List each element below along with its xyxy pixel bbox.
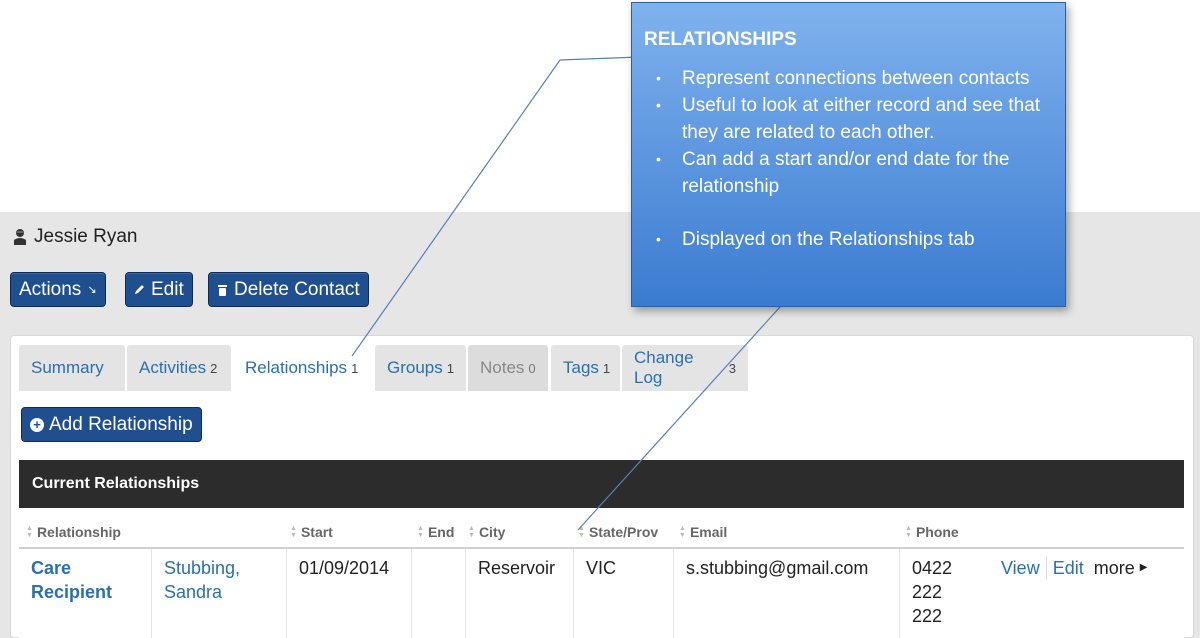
tab-label: Groups: [387, 358, 443, 377]
delete-contact-label: Delete Contact: [234, 278, 360, 300]
tab-count: 0: [528, 360, 536, 376]
sort-icon: ▲ ▼: [290, 525, 297, 539]
related-contact-line: Sandra: [164, 582, 223, 602]
tab-count: 1: [351, 360, 359, 376]
actions-button[interactable]: Actions ↘: [10, 272, 106, 307]
view-link[interactable]: View: [1001, 556, 1040, 580]
city-cell: Reservoir: [465, 549, 573, 638]
tab-label: Tags: [563, 358, 599, 377]
add-relationship-button[interactable]: + Add Relationship: [21, 407, 202, 442]
column-header-label: Email: [689, 524, 728, 540]
callout-bullet: Represent connections between contacts: [644, 65, 1053, 92]
callout-bullet: Displayed on the Relationships tab: [644, 226, 1053, 253]
tab-groups[interactable]: Groups 1: [375, 345, 466, 391]
tab-notes[interactable]: Notes 0: [468, 345, 548, 391]
related-contact-cell[interactable]: Stubbing, Sandra: [151, 549, 286, 638]
column-header-label: Phone: [915, 524, 959, 540]
tab-label: Activities: [139, 358, 207, 377]
tab-label: Summary: [31, 358, 104, 377]
tab-count: 2: [210, 360, 218, 376]
add-relationship-label: Add Relationship: [49, 413, 193, 435]
sort-icon: ▲ ▼: [468, 525, 475, 539]
email-cell: s.stubbing@gmail.com: [673, 549, 899, 638]
contact-title: Jessie Ryan: [12, 226, 138, 248]
column-header-phone[interactable]: ▲ ▼ Phone: [905, 518, 959, 546]
trash-icon: [218, 285, 227, 296]
row-actions-cell: View Edit more ▶: [989, 549, 1184, 638]
column-header-relationship[interactable]: ▲ ▼ Relationship: [26, 518, 121, 546]
phone-line: 222: [912, 606, 943, 626]
start-date-cell: 01/09/2014: [286, 549, 411, 638]
relationship-type-line: Recipient: [31, 582, 113, 602]
relationship-type-cell[interactable]: Care Recipient: [19, 549, 151, 638]
actions-label: Actions: [19, 278, 82, 300]
callout-bullet: Can add a start and/or end date for the …: [644, 146, 1053, 200]
caret-right-icon: ▶: [1139, 562, 1148, 573]
column-header-label: Relationship: [36, 524, 121, 540]
contact-name: Jessie Ryan: [34, 226, 138, 247]
contact-icon: [14, 229, 26, 245]
end-date-cell: [411, 549, 465, 638]
callout-bullet-list: Represent connections between contacts U…: [644, 65, 1053, 253]
column-header-label: State/Prov: [588, 524, 659, 540]
table-row: Care Recipient Stubbing, Sandra 01/09/20…: [19, 549, 1184, 638]
sort-icon: ▲ ▼: [417, 525, 424, 539]
divider: [1045, 556, 1047, 580]
tab-count: 1: [602, 360, 611, 376]
sort-icon: ▲ ▼: [679, 525, 686, 539]
column-header-start[interactable]: ▲ ▼ Start: [290, 518, 333, 546]
phone-line: 0422: [912, 558, 953, 578]
callout-bullet: Useful to look at either record and see …: [644, 92, 1053, 146]
tab-count: 1: [446, 360, 454, 376]
sort-icon: ▲ ▼: [905, 525, 912, 539]
tab-tags[interactable]: Tags 1: [551, 345, 620, 391]
related-contact-line: Stubbing,: [164, 558, 241, 578]
pencil-icon: [135, 285, 144, 294]
state: VIC: [586, 558, 617, 578]
relationships-callout: RELATIONSHIPS Represent connections betw…: [631, 2, 1066, 307]
sort-icon: ▲ ▼: [26, 525, 33, 539]
more-label: more: [1093, 558, 1135, 578]
email: s.stubbing@gmail.com: [686, 558, 869, 578]
plus-circle-icon: +: [30, 417, 44, 432]
tab-change-log[interactable]: Change Log 3: [622, 345, 748, 391]
column-header-end[interactable]: ▲ ▼ End: [417, 518, 454, 546]
state-cell: VIC: [573, 549, 673, 638]
sort-icon: ▲ ▼: [578, 525, 585, 539]
column-header-label: Start: [300, 524, 333, 540]
relationship-type-line: Care: [31, 558, 72, 578]
edit-label: Edit: [151, 278, 184, 300]
edit-link[interactable]: Edit: [1053, 556, 1084, 580]
tab-label: Notes: [480, 358, 525, 377]
chevron-down-icon: ↘: [87, 284, 97, 296]
start-date: 01/09/2014: [299, 558, 390, 578]
column-header-email[interactable]: ▲ ▼ Email: [679, 518, 727, 546]
tab-relationships[interactable]: Relationships 1: [233, 345, 373, 391]
tab-count: 3: [728, 360, 736, 376]
table-title: Current Relationships: [19, 460, 1184, 508]
phone-line: 222: [912, 582, 943, 602]
column-header-city[interactable]: ▲ ▼ City: [468, 518, 505, 546]
tab-label: Change Log: [634, 348, 694, 387]
edit-button[interactable]: Edit: [125, 272, 193, 307]
tab-activities[interactable]: Activities 2: [127, 345, 231, 391]
tab-label: Relationships: [245, 358, 348, 377]
phone-cell: 0422 222 222: [899, 549, 989, 638]
city: Reservoir: [478, 558, 556, 578]
column-header-label: End: [427, 524, 455, 540]
column-header-label: City: [478, 524, 506, 540]
callout-title: RELATIONSHIPS: [644, 29, 797, 50]
more-menu[interactable]: more ▶: [1094, 556, 1148, 580]
delete-contact-button[interactable]: Delete Contact: [208, 272, 369, 307]
column-header-state[interactable]: ▲ ▼ State/Prov: [578, 518, 658, 546]
tab-summary[interactable]: Summary: [19, 345, 125, 391]
